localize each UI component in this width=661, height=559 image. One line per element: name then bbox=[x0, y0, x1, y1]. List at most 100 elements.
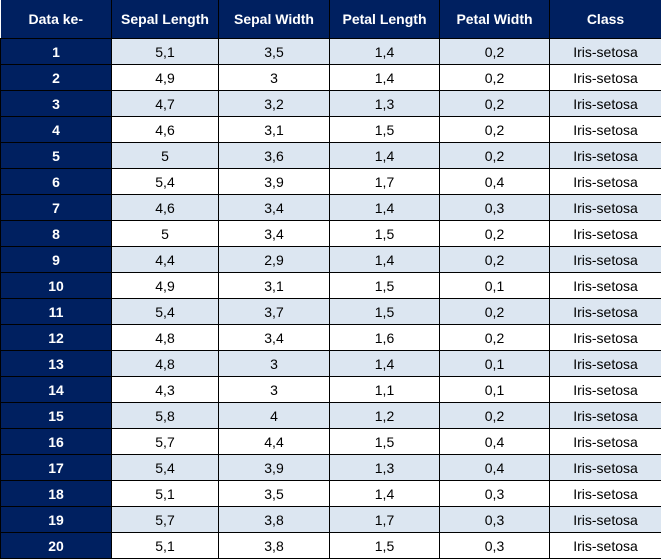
cell-sepal-width: 3 bbox=[219, 65, 330, 91]
cell-class: Iris-setosa bbox=[550, 273, 661, 299]
cell-sepal-width: 3,5 bbox=[219, 481, 330, 507]
cell-class: Iris-setosa bbox=[550, 455, 661, 481]
header-row: Data ke- Sepal Length Sepal Width Petal … bbox=[1, 0, 661, 39]
table-row: 553,61,40,2Iris-setosa bbox=[1, 143, 661, 169]
cell-class: Iris-setosa bbox=[550, 169, 661, 195]
cell-class: Iris-setosa bbox=[550, 39, 661, 65]
cell-sepal-length: 5,7 bbox=[112, 429, 219, 455]
table-row: 175,43,91,30,4Iris-setosa bbox=[1, 455, 661, 481]
cell-petal-length: 1,4 bbox=[330, 65, 440, 91]
header-sepal-width: Sepal Width bbox=[219, 0, 330, 39]
cell-data-index: 1 bbox=[1, 39, 112, 65]
header-petal-length: Petal Length bbox=[330, 0, 440, 39]
table-row: 205,13,81,50,3Iris-setosa bbox=[1, 533, 661, 559]
cell-petal-width: 0,3 bbox=[440, 533, 550, 559]
cell-sepal-width: 4 bbox=[219, 403, 330, 429]
cell-petal-length: 1,4 bbox=[330, 247, 440, 273]
cell-petal-width: 0,2 bbox=[440, 39, 550, 65]
cell-sepal-length: 4,3 bbox=[112, 377, 219, 403]
cell-petal-length: 1,4 bbox=[330, 39, 440, 65]
cell-petal-width: 0,2 bbox=[440, 221, 550, 247]
table-row: 195,73,81,70,3Iris-setosa bbox=[1, 507, 661, 533]
cell-sepal-width: 3,4 bbox=[219, 221, 330, 247]
cell-petal-width: 0,2 bbox=[440, 91, 550, 117]
cell-sepal-length: 5 bbox=[112, 143, 219, 169]
cell-sepal-length: 4,6 bbox=[112, 117, 219, 143]
cell-class: Iris-setosa bbox=[550, 143, 661, 169]
cell-sepal-length: 5,8 bbox=[112, 403, 219, 429]
cell-class: Iris-setosa bbox=[550, 403, 661, 429]
cell-class: Iris-setosa bbox=[550, 429, 661, 455]
table-row: 144,331,10,1Iris-setosa bbox=[1, 377, 661, 403]
cell-sepal-length: 5,1 bbox=[112, 481, 219, 507]
cell-data-index: 3 bbox=[1, 91, 112, 117]
cell-sepal-length: 5,1 bbox=[112, 533, 219, 559]
cell-sepal-width: 3,1 bbox=[219, 117, 330, 143]
cell-class: Iris-setosa bbox=[550, 221, 661, 247]
cell-sepal-length: 5,4 bbox=[112, 299, 219, 325]
table-row: 34,73,21,30,2Iris-setosa bbox=[1, 91, 661, 117]
cell-petal-width: 0,1 bbox=[440, 273, 550, 299]
cell-sepal-width: 3,7 bbox=[219, 299, 330, 325]
cell-petal-width: 0,2 bbox=[440, 299, 550, 325]
cell-data-index: 20 bbox=[1, 533, 112, 559]
cell-sepal-width: 3,2 bbox=[219, 91, 330, 117]
cell-petal-width: 0,1 bbox=[440, 377, 550, 403]
cell-class: Iris-setosa bbox=[550, 117, 661, 143]
cell-petal-width: 0,4 bbox=[440, 455, 550, 481]
cell-class: Iris-setosa bbox=[550, 481, 661, 507]
table-row: 15,13,51,40,2Iris-setosa bbox=[1, 39, 661, 65]
cell-data-index: 5 bbox=[1, 143, 112, 169]
cell-petal-width: 0,2 bbox=[440, 247, 550, 273]
cell-sepal-width: 3,9 bbox=[219, 455, 330, 481]
cell-sepal-length: 5,1 bbox=[112, 39, 219, 65]
header-data-index: Data ke- bbox=[1, 0, 112, 39]
table-row: 115,43,71,50,2Iris-setosa bbox=[1, 299, 661, 325]
cell-petal-width: 0,2 bbox=[440, 403, 550, 429]
cell-sepal-width: 3,8 bbox=[219, 533, 330, 559]
cell-petal-length: 1,4 bbox=[330, 481, 440, 507]
cell-class: Iris-setosa bbox=[550, 507, 661, 533]
cell-sepal-length: 4,4 bbox=[112, 247, 219, 273]
cell-class: Iris-setosa bbox=[550, 299, 661, 325]
cell-petal-width: 0,4 bbox=[440, 429, 550, 455]
table-row: 155,841,20,2Iris-setosa bbox=[1, 403, 661, 429]
table-row: 185,13,51,40,3Iris-setosa bbox=[1, 481, 661, 507]
cell-class: Iris-setosa bbox=[550, 533, 661, 559]
cell-class: Iris-setosa bbox=[550, 325, 661, 351]
cell-sepal-length: 5,4 bbox=[112, 455, 219, 481]
table-row: 104,93,11,50,1Iris-setosa bbox=[1, 273, 661, 299]
cell-petal-length: 1,2 bbox=[330, 403, 440, 429]
cell-data-index: 15 bbox=[1, 403, 112, 429]
cell-sepal-length: 4,7 bbox=[112, 91, 219, 117]
table-row: 74,63,41,40,3Iris-setosa bbox=[1, 195, 661, 221]
cell-petal-width: 0,1 bbox=[440, 351, 550, 377]
cell-petal-width: 0,3 bbox=[440, 507, 550, 533]
cell-sepal-width: 4,4 bbox=[219, 429, 330, 455]
cell-petal-width: 0,2 bbox=[440, 65, 550, 91]
table-row: 65,43,91,70,4Iris-setosa bbox=[1, 169, 661, 195]
cell-petal-width: 0,2 bbox=[440, 117, 550, 143]
header-petal-width: Petal Width bbox=[440, 0, 550, 39]
cell-petal-length: 1,4 bbox=[330, 351, 440, 377]
table-row: 165,74,41,50,4Iris-setosa bbox=[1, 429, 661, 455]
cell-sepal-width: 3,4 bbox=[219, 195, 330, 221]
cell-sepal-width: 3,9 bbox=[219, 169, 330, 195]
cell-sepal-length: 5 bbox=[112, 221, 219, 247]
cell-data-index: 16 bbox=[1, 429, 112, 455]
cell-petal-length: 1,5 bbox=[330, 429, 440, 455]
table-header: Data ke- Sepal Length Sepal Width Petal … bbox=[1, 0, 661, 39]
cell-class: Iris-setosa bbox=[550, 351, 661, 377]
cell-petal-length: 1,6 bbox=[330, 325, 440, 351]
cell-sepal-width: 3 bbox=[219, 377, 330, 403]
cell-sepal-length: 4,8 bbox=[112, 351, 219, 377]
cell-petal-length: 1,5 bbox=[330, 117, 440, 143]
header-class: Class bbox=[550, 0, 661, 39]
cell-petal-width: 0,3 bbox=[440, 481, 550, 507]
table-body: 15,13,51,40,2Iris-setosa24,931,40,2Iris-… bbox=[1, 39, 661, 559]
table-row: 853,41,50,2Iris-setosa bbox=[1, 221, 661, 247]
cell-petal-length: 1,7 bbox=[330, 169, 440, 195]
cell-petal-length: 1,4 bbox=[330, 195, 440, 221]
cell-sepal-length: 4,9 bbox=[112, 273, 219, 299]
header-sepal-length: Sepal Length bbox=[112, 0, 219, 39]
